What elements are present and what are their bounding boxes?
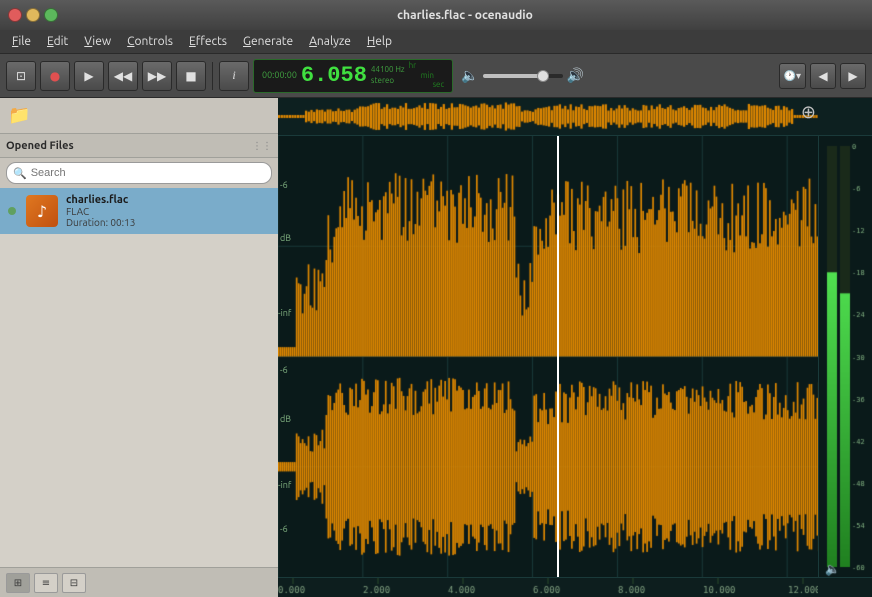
vu-canvas <box>819 136 872 577</box>
file-name: charlies.flac <box>66 194 135 206</box>
zoom-icon[interactable]: ⊕ <box>801 102 816 123</box>
forward-icon: ▶▶ <box>148 69 166 83</box>
play-button[interactable]: ▶ <box>74 61 104 91</box>
db-label-top-db: dB <box>280 233 291 243</box>
record-button[interactable]: ● <box>40 61 70 91</box>
timeline <box>278 577 872 597</box>
menu-view[interactable]: View <box>76 33 119 50</box>
toolbar-separator <box>212 62 213 90</box>
db-label-mid-minus6: -6 <box>280 365 288 375</box>
time-large: 6.058 <box>301 63 367 88</box>
stop-button[interactable]: ■ <box>176 61 206 91</box>
menu-help[interactable]: Help <box>359 33 400 50</box>
time-hrs: 00 <box>262 70 272 80</box>
waveform-overview: ⊕ <box>278 98 872 136</box>
main-waveform-canvas <box>278 136 872 577</box>
view-grid-large[interactable]: ⊞ <box>6 573 30 593</box>
volume-high-icon: 🔊 <box>567 67 584 84</box>
menu-edit[interactable]: Edit <box>39 33 76 50</box>
file-thumbnail: ♪ <box>26 195 58 227</box>
nav-back-button[interactable]: ◀ <box>810 63 836 89</box>
search-icon: 🔍 <box>13 167 27 180</box>
volume-thumb <box>537 70 549 82</box>
titlebar: charlies.flac - ocenaudio <box>0 0 872 30</box>
file-item[interactable]: ♪ charlies.flac FLAC Duration: 00:13 <box>0 188 278 234</box>
clock-dropdown[interactable]: 🕐 ▾ <box>779 63 806 89</box>
db-label-top-minus6: -6 <box>280 180 288 190</box>
time-sec: 00 <box>287 70 297 80</box>
waveform-main: -6 dB -inf -6 dB -inf -6 <box>278 136 872 577</box>
sidebar: 📁 Opened Files ⋮⋮ 🔍 ♪ charlies.flac FLAC… <box>0 98 278 597</box>
search-input[interactable] <box>31 167 265 179</box>
sample-rate: 44100 Hz <box>371 65 405 75</box>
menu-analyze[interactable]: Analyze <box>301 33 359 50</box>
menu-effects[interactable]: Effects <box>181 33 235 50</box>
overview-canvas <box>278 98 818 135</box>
file-type: FLAC <box>66 206 135 217</box>
file-list: ♪ charlies.flac FLAC Duration: 00:13 <box>0 188 278 567</box>
forward-button[interactable]: ▶▶ <box>142 61 172 91</box>
menu-controls[interactable]: Controls <box>119 33 181 50</box>
info-button[interactable]: i <box>219 61 249 91</box>
record-icon: ● <box>50 69 60 83</box>
stop-icon: ■ <box>185 69 196 83</box>
clock-icon: 🕐 <box>784 70 796 82</box>
window-title: charlies.flac - ocenaudio <box>66 9 864 22</box>
folder-icon: 📁 <box>8 105 30 126</box>
close-button[interactable] <box>8 8 22 22</box>
nav-forward-button[interactable]: ▶ <box>840 63 866 89</box>
search-box: 🔍 <box>0 158 278 188</box>
loop-icon: ⊡ <box>16 69 26 83</box>
rewind-icon: ◀◀ <box>114 69 132 83</box>
view-list[interactable]: ≡ <box>34 573 58 593</box>
volume-slider[interactable] <box>483 74 563 78</box>
main-content: 📁 Opened Files ⋮⋮ 🔍 ♪ charlies.flac FLAC… <box>0 98 872 597</box>
grip-icon: ⋮⋮ <box>252 140 272 152</box>
db-label-top-inf: -inf <box>278 308 291 318</box>
vu-meters <box>818 136 872 577</box>
volume-fill <box>483 74 539 78</box>
toolbar: ⊡ ● ▶ ◀◀ ▶▶ ■ i 00:00:00 6.058 44100 Hz … <box>0 54 872 98</box>
search-input-wrap: 🔍 <box>6 162 272 184</box>
nav-forward-icon: ▶ <box>848 69 857 83</box>
music-icon: ♪ <box>37 202 47 221</box>
sidebar-bottom: ⊞ ≡ ⊟ <box>0 567 278 597</box>
playhead <box>557 136 559 577</box>
minimize-button[interactable] <box>26 8 40 22</box>
waveform-area[interactable]: ⊕ -6 dB -inf -6 dB -inf -6 <box>278 98 872 597</box>
volume-control: 🔈 🔊 <box>461 67 584 84</box>
channels: stereo <box>371 76 405 86</box>
maximize-button[interactable] <box>44 8 58 22</box>
play-icon: ▶ <box>84 69 93 83</box>
view-detail[interactable]: ⊟ <box>62 573 86 593</box>
db-label-bot-db: dB <box>280 414 291 424</box>
time-unit: 44100 Hz stereo <box>371 65 405 86</box>
loop-button[interactable]: ⊡ <box>6 61 36 91</box>
active-indicator <box>8 207 16 215</box>
sidebar-header: 📁 <box>0 98 278 134</box>
volume-low-icon: 🔈 <box>461 67 478 84</box>
rewind-button[interactable]: ◀◀ <box>108 61 138 91</box>
opened-files-label: Opened Files <box>6 140 248 152</box>
dropdown-arrow: ▾ <box>796 70 801 82</box>
time-small-hms: 00:00:00 <box>262 70 297 81</box>
info-icon: i <box>232 68 235 83</box>
menu-file[interactable]: File <box>4 33 39 50</box>
timeline-canvas <box>278 578 818 597</box>
db-label-bot-minus6: -6 <box>280 524 288 534</box>
file-info: charlies.flac FLAC Duration: 00:13 <box>66 194 135 228</box>
nav-back-icon: ◀ <box>818 69 827 83</box>
time-display: 00:00:00 6.058 44100 Hz stereo hr min se… <box>253 59 453 93</box>
waveform-canvas-area: -6 dB -inf -6 dB -inf -6 <box>278 136 872 577</box>
menubar: File Edit View Controls Effects Generate… <box>0 30 872 54</box>
opened-files-bar: Opened Files ⋮⋮ <box>0 134 278 158</box>
window-controls <box>8 8 58 22</box>
db-label-bot-inf: -inf <box>278 480 291 490</box>
time-labels: hr min sec <box>409 61 445 90</box>
file-duration: Duration: 00:13 <box>66 217 135 228</box>
time-min: 00 <box>274 70 284 80</box>
menu-generate[interactable]: Generate <box>235 33 301 50</box>
